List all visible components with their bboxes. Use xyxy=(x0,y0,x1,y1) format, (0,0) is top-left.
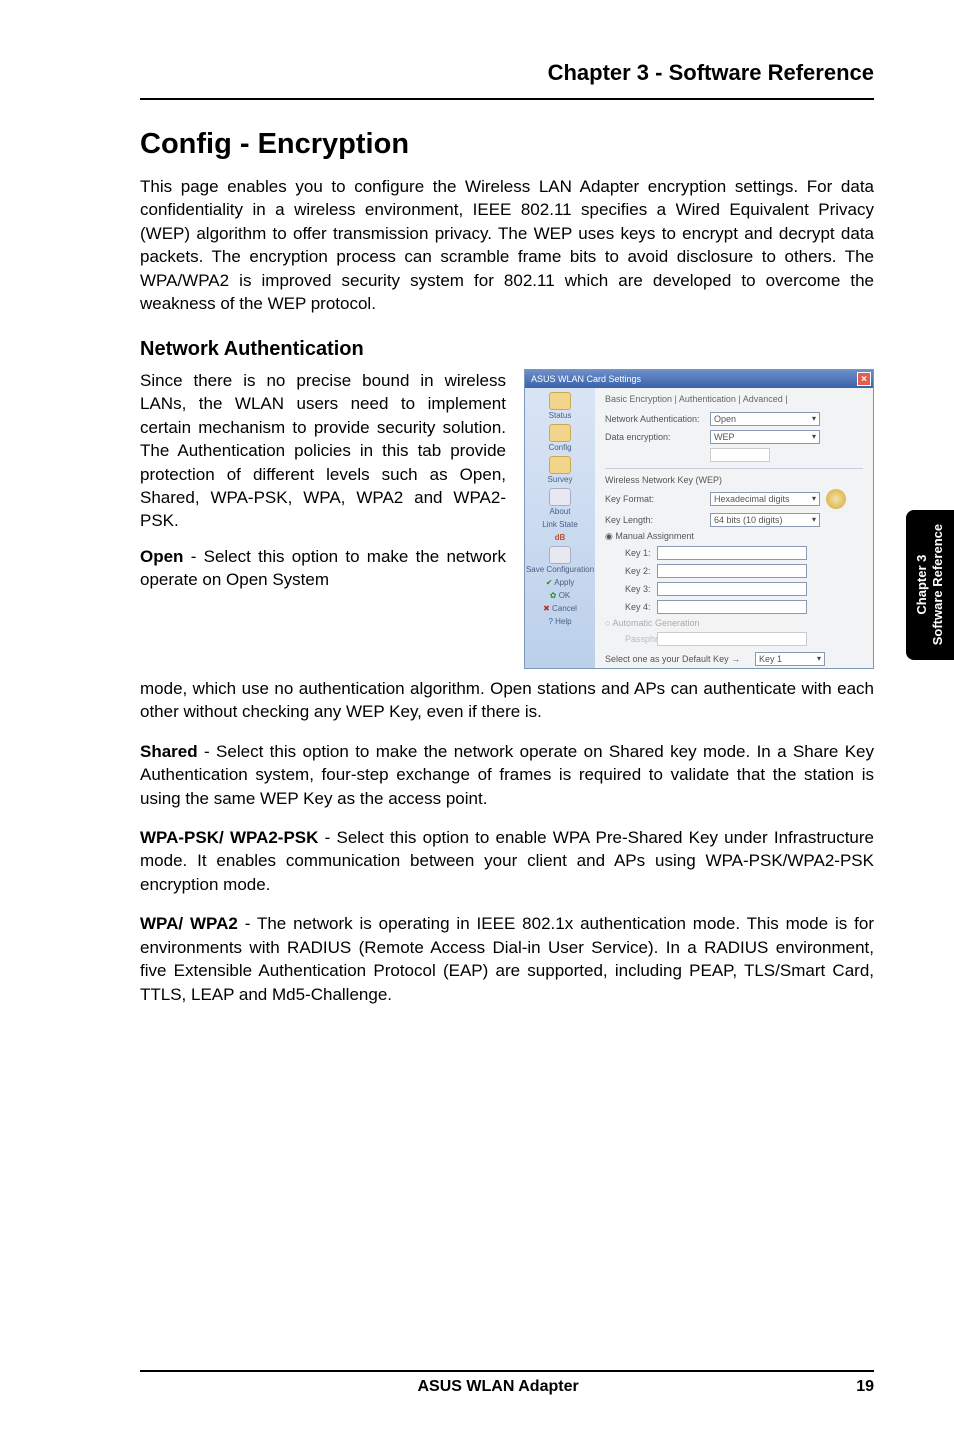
footer-center: ASUS WLAN Adapter xyxy=(418,1378,579,1396)
sidebar-item-apply[interactable]: ✔ Apply xyxy=(525,578,595,587)
open-continuation: mode, which use no authentication algori… xyxy=(140,677,874,724)
dataenc-label: Data encryption: xyxy=(605,432,710,442)
globe-icon[interactable] xyxy=(826,489,846,509)
sidebar-item-cancel[interactable]: ✖ Cancel xyxy=(525,604,595,613)
key3-label: Key 3: xyxy=(605,584,657,594)
key1-label: Key 1: xyxy=(605,548,657,558)
open-lead: Open xyxy=(140,547,183,566)
keylen-label: Key Length: xyxy=(605,515,710,525)
chapter-header: Chapter 3 - Software Reference xyxy=(140,60,874,100)
close-icon[interactable]: × xyxy=(857,372,871,386)
window-titlebar: ASUS WLAN Card Settings × xyxy=(525,370,873,388)
section-title: Config - Encryption xyxy=(140,128,874,161)
chevron-down-icon: ▾ xyxy=(812,432,816,441)
keyformat-select[interactable]: Hexadecimal digits▾ xyxy=(710,492,820,506)
sidebar-item-config[interactable]: Config xyxy=(525,424,595,452)
sidebar-item-ok[interactable]: ✿ OK xyxy=(525,591,595,600)
sidebar-item-status[interactable]: Status xyxy=(525,392,595,420)
key4-label: Key 4: xyxy=(605,602,657,612)
key1-input[interactable] xyxy=(657,546,807,560)
chevron-down-icon: ▾ xyxy=(817,654,821,663)
wpa-text: - The network is operating in IEEE 802.1… xyxy=(140,914,874,1003)
sidebar-item-help[interactable]: ? Help xyxy=(525,617,595,626)
key2-input[interactable] xyxy=(657,564,807,578)
key4-input[interactable] xyxy=(657,600,807,614)
keylen-select[interactable]: 64 bits (10 digits)▾ xyxy=(710,513,820,527)
thumb-line1: Chapter 3 xyxy=(914,524,930,645)
sidebar-item-survey[interactable]: Survey xyxy=(525,456,595,484)
intro-paragraph: This page enables you to configure the W… xyxy=(140,175,874,316)
wnk-heading: Wireless Network Key (WEP) xyxy=(605,475,863,485)
chevron-down-icon: ▾ xyxy=(812,515,816,524)
passphrase-label: Passphrase: xyxy=(605,634,657,644)
autogen-radio[interactable]: Automatic Generation xyxy=(605,618,863,628)
netauth-select[interactable]: Open▾ xyxy=(710,412,820,426)
chevron-down-icon: ▾ xyxy=(812,494,816,503)
keyformat-label: Key Format: xyxy=(605,494,710,504)
window-sidebar: Status Config Survey About Link State dB… xyxy=(525,388,595,669)
defaultkey-select[interactable]: Key 1▾ xyxy=(755,652,825,666)
page-footer: ASUS WLAN Adapter 19 xyxy=(140,1370,874,1396)
open-text: - Select this option to make the network… xyxy=(140,547,506,589)
sidebar-item-linkstate[interactable]: Link State xyxy=(525,520,595,529)
dataenc-select[interactable]: WEP▾ xyxy=(710,430,820,444)
settings-window: ASUS WLAN Card Settings × Status Config … xyxy=(524,369,874,669)
sidebar-item-saveconfig[interactable]: Save Configuration xyxy=(525,546,595,574)
wpapsk-lead: WPA-PSK/ WPA2-PSK xyxy=(140,828,318,847)
passphrase-input xyxy=(657,632,807,646)
netauth-label: Network Authentication: xyxy=(605,414,710,424)
window-title: ASUS WLAN Card Settings xyxy=(531,374,641,384)
defaultkey-label: Select one as your Default Key → xyxy=(605,654,755,664)
tab-row[interactable]: Basic Encryption | Authentication | Adva… xyxy=(605,394,863,404)
wpa-lead: WPA/ WPA2 xyxy=(140,914,238,933)
netauth-heading: Network Authentication xyxy=(140,338,874,361)
sidebar-item-signal: dB xyxy=(525,533,595,542)
key3-input[interactable] xyxy=(657,582,807,596)
key2-label: Key 2: xyxy=(605,566,657,576)
shared-lead: Shared xyxy=(140,742,198,761)
page-number: 19 xyxy=(856,1378,874,1396)
shared-text: - Select this option to make the network… xyxy=(140,742,874,808)
sidebar-item-about[interactable]: About xyxy=(525,488,595,516)
chevron-down-icon: ▾ xyxy=(812,414,816,423)
thumb-tab: Chapter 3 Software Reference xyxy=(906,510,954,660)
netauth-para: Since there is no precise bound in wirel… xyxy=(140,369,506,533)
thumb-line2: Software Reference xyxy=(930,524,946,645)
manual-radio[interactable]: Manual Assignment xyxy=(605,531,863,542)
